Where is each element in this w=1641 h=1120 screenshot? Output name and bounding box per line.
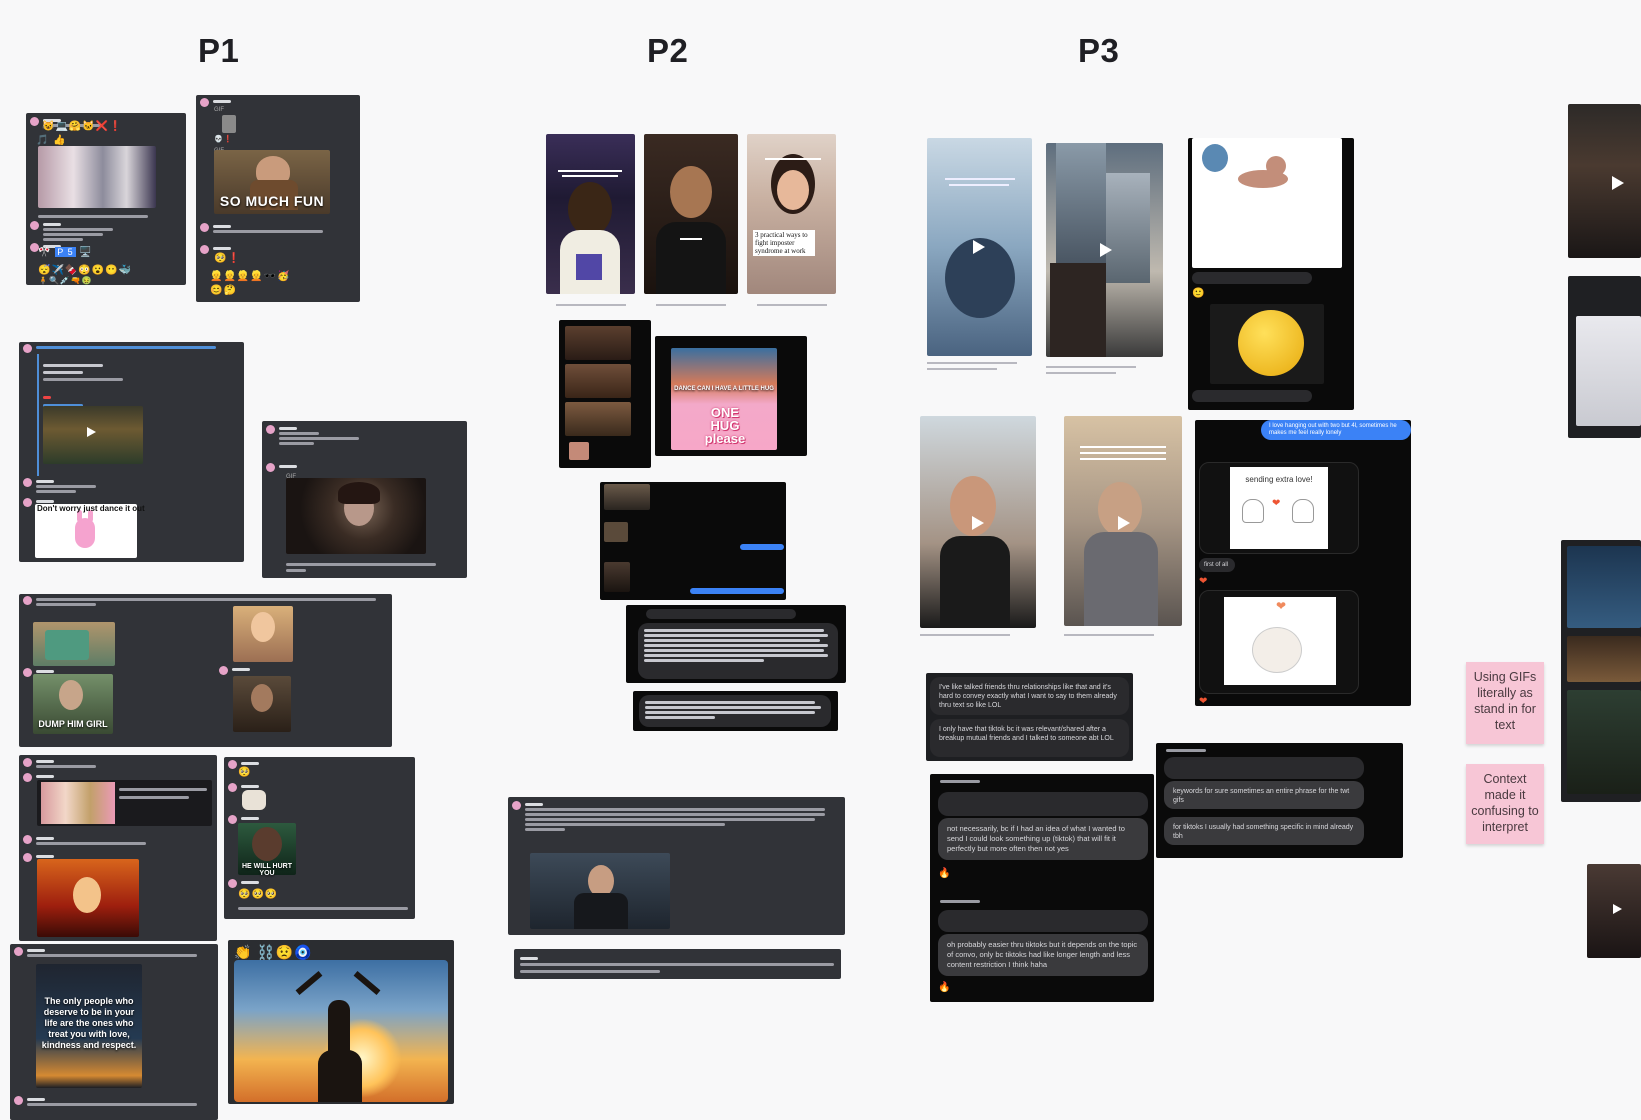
p2-screenshot-movie-scenes[interactable] [559,320,651,468]
p3-tiktok-2[interactable] [1046,143,1163,357]
fire-woman-gif [37,859,139,937]
p1-screenshot-3[interactable]: Don't worry just dance it out [19,342,244,562]
play-icon[interactable] [973,240,985,254]
p1-screenshot-2[interactable]: GIF 💀❗ GIF SO MUCH FUN 🥺❗ 👱👱👱👱🕶️🥳 😊🤔 [196,95,360,302]
game-video-thumbnail [43,406,143,464]
p2-screenshot-chat-1[interactable] [600,482,786,600]
quote-text: The only people who deserve to be in you… [41,996,137,1050]
p2-screenshot-chat-2[interactable] [626,605,846,683]
group-gif [37,780,212,826]
right-edge-screenshot-movies[interactable] [1561,540,1641,802]
p2-tiktok-1[interactable] [546,134,635,294]
reply-bubble: for tiktoks I usually had something spec… [1164,817,1364,845]
p3-screenshot-ant[interactable]: 🙂 [1188,138,1354,410]
p3-replies-card-2[interactable]: not necessarily, bc if I had an idea of … [930,774,1154,1002]
p2-screenshot-text[interactable] [514,949,841,979]
sending-love-text: sending extra love! [1245,475,1313,484]
reply-bubble: I've like talked friends thru relationsh… [930,677,1129,715]
right-edge-screenshot-cat[interactable] [1568,276,1641,438]
little-hug-caption: DANCE CAN I HAVE A LITTLE HUG [674,386,774,392]
so-much-fun-caption: SO MUCH FUN [219,193,325,209]
p2-screenshot-chat-3[interactable] [633,691,838,731]
yellow-face-gif [1210,304,1324,384]
broken-chains-image [234,960,448,1102]
section-heading-p2: P2 [647,32,689,69]
dance-caption: Don't worry just dance it out [37,504,145,513]
whiteboard-canvas[interactable]: P1 P2 P3 😺💻🤗🐱❌❗ 🎵 👍 🎌 P 5 🖥️ 😴✈️🍫😳😮😶🐳 🧍🔍… [0,0,1641,1120]
reply-bubble: keywords for sure sometimes an entire ph… [1164,781,1364,809]
p1-screenshot-6[interactable] [19,755,217,941]
ant-gif [1192,138,1342,268]
p1-screenshot-9[interactable]: 👏 ⛓️😟🧿 [228,940,454,1104]
dump-him-caption: DUMP HIM GIRL [38,719,108,729]
play-icon[interactable] [972,516,984,530]
p1-screenshot-4[interactable]: GIF [262,421,467,578]
p3-tiktok-4[interactable] [1064,416,1182,626]
green-box-gif [33,622,115,666]
p2-screenshot-one-hug[interactable]: DANCE CAN I HAVE A LITTLE HUG ONE HUG pl… [655,336,807,456]
he-will-hurt-you-caption: HE WILL HURT YOU [241,863,293,877]
one-hug-gif: DANCE CAN I HAVE A LITTLE HUG ONE HUG pl… [671,348,777,450]
p3-replies-card-1[interactable]: I've like talked friends thru relationsh… [926,673,1133,761]
right-edge-tiktok-2[interactable] [1587,864,1641,958]
reply-bubble: oh probably easier thru tiktoks but it d… [938,934,1148,976]
sticky-note-gifs-as-text[interactable]: Using GIFs literally as stand in for tex… [1466,662,1544,744]
play-icon[interactable] [1118,516,1130,530]
imposter-syndrome-text: 3 practical ways to fight imposter syndr… [753,230,815,256]
one-hug-caption: ONE HUG please [704,405,746,446]
blue-message-bubble: I love hanging out with two but 4l, some… [1261,420,1411,440]
p1-screenshot-5[interactable]: DUMP HIM GIRL [19,594,392,747]
p1-screenshot-8[interactable]: The only people who deserve to be in you… [10,944,218,1120]
p3-replies-card-3[interactable]: keywords for sure sometimes an entire ph… [1156,743,1403,858]
p2-screenshot-rain[interactable] [508,797,845,935]
p1-screenshot-1[interactable]: 😺💻🤗🐱❌❗ 🎵 👍 🎌 P 5 🖥️ 😴✈️🍫😳😮😶🐳 🧍🔍💉🔫🤢 [26,113,186,285]
p3-tiktok-1[interactable] [927,138,1032,356]
play-icon[interactable] [1100,243,1112,257]
p2-tiktok-3[interactable]: 3 practical ways to fight imposter syndr… [747,134,836,294]
man-portrait-gif [233,676,291,732]
p2-tiktok-2[interactable] [644,134,738,294]
sticky-note-context-confusing[interactable]: Context made it confusing to interpret [1466,764,1544,844]
sad-portrait-gif [286,478,426,554]
reply-bubble: not necessarily, bc if I had an idea of … [938,818,1148,860]
section-heading-p3: P3 [1078,32,1120,69]
p3-screenshot-sending-love[interactable]: I love hanging out with two but 4l, some… [1195,420,1411,706]
right-edge-tiktok-1[interactable] [1568,104,1641,258]
section-heading-p1: P1 [198,32,240,69]
emoji-row: 😺💻🤗🐱❌❗ [42,121,123,132]
p3-tiktok-3[interactable] [920,416,1036,628]
reply-bubble: I only have that tiktok bc it was releva… [930,719,1129,757]
p1-screenshot-7[interactable]: 🥺 HE WILL HURT YOU 🥺🥺🥺 [224,757,415,919]
rain-man-gif [530,853,670,929]
blonde-woman-gif [233,606,293,662]
first-of-all-bubble: first of all [1199,558,1235,572]
anime-collage-image [38,146,156,208]
